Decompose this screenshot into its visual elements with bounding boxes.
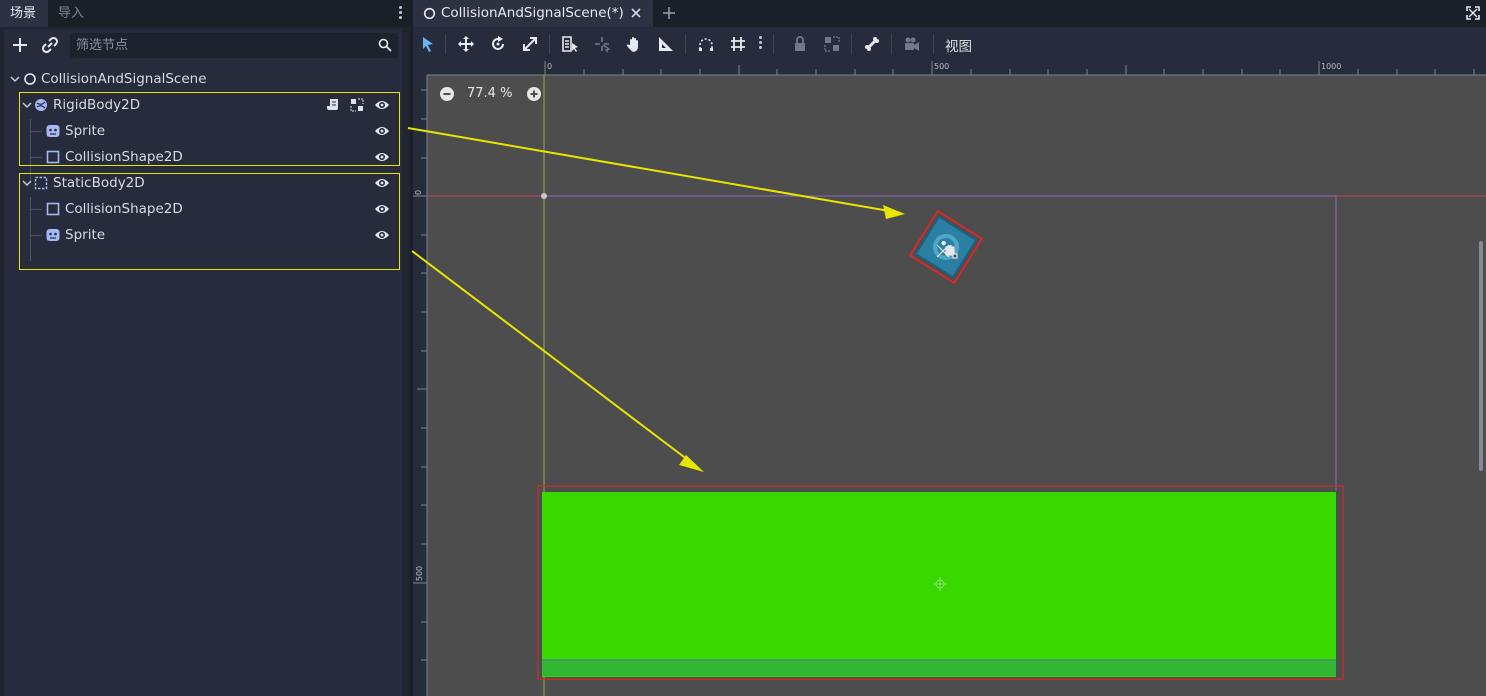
zoom-in-button[interactable] — [526, 86, 542, 102]
scene-tree: CollisionAndSignalScene RigidBody2D Spri… — [4, 65, 402, 696]
zoom-out-button[interactable] — [439, 86, 455, 102]
grid-snap-icon[interactable] — [729, 35, 747, 53]
toolbar-separator — [685, 34, 686, 54]
dock-menu-icon[interactable] — [396, 5, 404, 21]
main-editor: CollisionAndSignalScene(*) 视图 0 500 1000… — [413, 0, 1486, 696]
tab-scene[interactable]: 场景 — [0, 0, 48, 27]
scene-toolbar — [4, 29, 402, 61]
view-menu[interactable]: 视图 — [945, 35, 972, 55]
tree-item-label: CollisionAndSignalScene — [41, 71, 207, 87]
zoom-level[interactable]: 77.4 % — [467, 86, 512, 101]
toolbar-separator — [933, 34, 934, 54]
toolbar-separator — [445, 34, 446, 54]
canvas-scene — [427, 75, 1486, 696]
group-selection-icon[interactable] — [823, 35, 841, 53]
close-icon[interactable] — [629, 6, 643, 20]
canvas-toolbar: 视图 — [413, 27, 1486, 61]
lock-icon[interactable] — [791, 35, 809, 53]
filter-box — [70, 33, 398, 58]
rotate-tool-icon[interactable] — [489, 35, 507, 53]
fullscreen-icon[interactable] — [1465, 5, 1481, 21]
annotation-box-staticbody — [19, 173, 400, 270]
link-icon[interactable] — [40, 35, 60, 55]
move-tool-icon[interactable] — [457, 35, 475, 53]
select-tool-icon[interactable] — [419, 35, 437, 53]
node-icon — [24, 73, 36, 85]
annotation-box-rigidbody — [19, 92, 400, 166]
toolbar-separator — [851, 34, 852, 54]
godot-editor: 场景 导入 筛选节点 CollisionAndSignalScene Rigid… — [0, 0, 1486, 696]
tab-collisionandsignalscene[interactable]: CollisionAndSignalScene(*) — [413, 0, 653, 27]
vertical-scrollbar[interactable] — [1479, 241, 1483, 471]
snap-options-icon[interactable] — [757, 35, 763, 53]
dock-tab-bar: 场景 导入 — [0, 0, 410, 27]
pan-tool-icon[interactable] — [625, 35, 643, 53]
camera-override-icon[interactable] — [903, 35, 921, 53]
add-node-button[interactable] — [10, 35, 30, 55]
toolbar-separator — [549, 34, 550, 54]
new-tab-plus-icon[interactable] — [661, 5, 677, 21]
ruler-tool-icon[interactable] — [657, 35, 675, 53]
toolbar-separator — [891, 34, 892, 54]
scale-tool-icon[interactable] — [521, 35, 539, 53]
canvas-viewport[interactable]: 0 500 1000 0 500 77.4 % — [413, 61, 1486, 696]
chevron-down-icon[interactable] — [10, 74, 20, 84]
scene-panel: CollisionAndSignalScene RigidBody2D Spri… — [4, 29, 402, 696]
filter-nodes-input[interactable] — [76, 33, 366, 58]
bone-icon[interactable] — [863, 35, 881, 53]
node-icon — [423, 7, 436, 20]
tab-import[interactable]: 导入 — [48, 0, 94, 27]
scene-tab-bar: CollisionAndSignalScene(*) — [413, 0, 1486, 27]
tab-label: CollisionAndSignalScene(*) — [441, 5, 624, 21]
pivot-tool-icon[interactable] — [593, 35, 611, 53]
smart-snap-icon[interactable] — [697, 35, 715, 53]
list-select-icon[interactable] — [561, 35, 579, 53]
search-icon — [378, 38, 392, 52]
left-dock: 场景 导入 筛选节点 CollisionAndSignalScene Rigid… — [0, 0, 410, 696]
tree-item-root[interactable]: CollisionAndSignalScene — [4, 66, 402, 92]
toolbar-separator — [773, 34, 774, 54]
